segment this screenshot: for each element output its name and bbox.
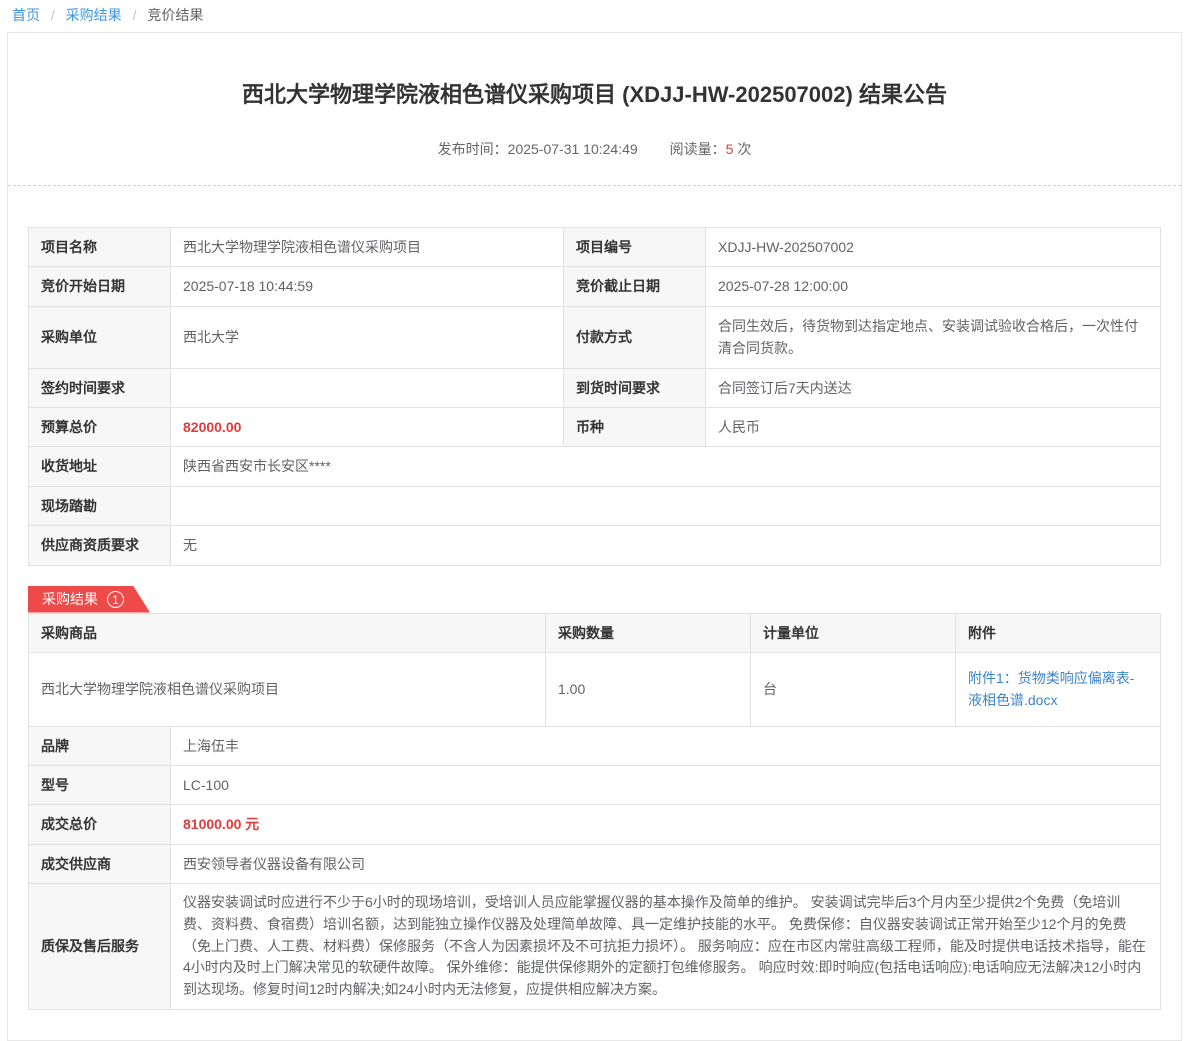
quantity-value: 1.00 bbox=[546, 652, 751, 726]
table-row-supplier-qualification: 供应商资质要求 无 bbox=[29, 526, 1161, 565]
procurement-result-tag-label: 采购结果 bbox=[42, 589, 98, 609]
project-info-table: 项目名称 西北大学物理学院液相色谱仪采购项目 项目编号 XDJJ-HW-2025… bbox=[28, 227, 1161, 566]
quantity-column-header: 采购数量 bbox=[546, 613, 751, 652]
warranty-service-value: 仪器安装调试时应进行不少于6小时的现场培训，受培训人员应能掌握仪器的基本操作及简… bbox=[171, 884, 1161, 1009]
breadcrumb-procurement-results-link[interactable]: 采购结果 bbox=[66, 7, 122, 23]
model-label: 型号 bbox=[29, 766, 171, 805]
attachment-download-link[interactable]: 附件1：货物类响应偏离表-液相色谱.docx bbox=[968, 670, 1134, 708]
breadcrumb-home-link[interactable]: 首页 bbox=[12, 7, 40, 23]
result-count-badge: 1 bbox=[107, 591, 124, 608]
table-row-site-survey: 现场踏勘 bbox=[29, 486, 1161, 525]
table-row-result-item: 西北大学物理学院液相色谱仪采购项目 1.00 台 附件1：货物类响应偏离表-液相… bbox=[29, 652, 1161, 726]
payment-method-value: 合同生效后，待货物到达指定地点、安装调试验收合格后，一次性付清合同货款。 bbox=[706, 306, 1161, 368]
goods-column-header: 采购商品 bbox=[29, 613, 546, 652]
project-number-label: 项目编号 bbox=[564, 228, 706, 267]
purchasing-unit-value: 西北大学 bbox=[171, 306, 564, 368]
table-row-warranty-service: 质保及售后服务 仪器安装调试时应进行不少于6小时的现场培训，受培训人员应能掌握仪… bbox=[29, 884, 1161, 1009]
brand-label: 品牌 bbox=[29, 726, 171, 765]
project-number-value: XDJJ-HW-202507002 bbox=[706, 228, 1161, 267]
model-value: LC-100 bbox=[171, 766, 1161, 805]
table-row-model: 型号 LC-100 bbox=[29, 766, 1161, 805]
bid-end-label: 竞价截止日期 bbox=[564, 267, 706, 306]
table-row-winning-supplier: 成交供应商 西安领导者仪器设备有限公司 bbox=[29, 844, 1161, 883]
delivery-time-label: 到货时间要求 bbox=[564, 368, 706, 407]
breadcrumb-separator: / bbox=[51, 7, 55, 23]
signing-time-value bbox=[171, 368, 564, 407]
unit-column-header: 计量单位 bbox=[751, 613, 956, 652]
site-survey-label: 现场踏勘 bbox=[29, 486, 171, 525]
table-row-budget-currency: 预算总价 82000.00 币种 人民币 bbox=[29, 407, 1161, 446]
breadcrumb-separator: / bbox=[133, 7, 137, 23]
shipping-address-value: 陕西省西安市长安区**** bbox=[171, 447, 1161, 486]
winning-supplier-value: 西安领导者仪器设备有限公司 bbox=[171, 844, 1161, 883]
procurement-result-tag: 采购结果 1 bbox=[28, 586, 150, 613]
table-row-buyer-payment: 采购单位 西北大学 付款方式 合同生效后，待货物到达指定地点、安装调试验收合格后… bbox=[29, 306, 1161, 368]
purchasing-unit-label: 采购单位 bbox=[29, 306, 171, 368]
attachment-cell: 附件1：货物类响应偏离表-液相色谱.docx bbox=[956, 652, 1161, 726]
table-row-project-name-number: 项目名称 西北大学物理学院液相色谱仪采购项目 项目编号 XDJJ-HW-2025… bbox=[29, 228, 1161, 267]
table-row-result-header: 采购商品 采购数量 计量单位 附件 bbox=[29, 613, 1161, 652]
payment-method-label: 付款方式 bbox=[564, 306, 706, 368]
bid-end-value: 2025-07-28 12:00:00 bbox=[706, 267, 1161, 306]
bid-start-label: 竞价开始日期 bbox=[29, 267, 171, 306]
procurement-result-section: 采购结果 1 采购商品 采购数量 计量单位 附件 西北大学物理学院液相色谱仪采购… bbox=[28, 586, 1161, 1010]
brand-value: 上海伍丰 bbox=[171, 726, 1161, 765]
announcement-card: 西北大学物理学院液相色谱仪采购项目 (XDJJ-HW-202507002) 结果… bbox=[7, 32, 1182, 1041]
signing-time-label: 签约时间要求 bbox=[29, 368, 171, 407]
shipping-address-label: 收货地址 bbox=[29, 447, 171, 486]
site-survey-value bbox=[171, 486, 1161, 525]
table-row-brand: 品牌 上海伍丰 bbox=[29, 726, 1161, 765]
project-name-value: 西北大学物理学院液相色谱仪采购项目 bbox=[171, 228, 564, 267]
goods-name-value: 西北大学物理学院液相色谱仪采购项目 bbox=[29, 652, 546, 726]
views-count: 5 bbox=[726, 141, 734, 157]
budget-total-label: 预算总价 bbox=[29, 407, 171, 446]
publish-time-label: 发布时间： bbox=[438, 141, 508, 157]
currency-value: 人民币 bbox=[706, 407, 1161, 446]
warranty-service-label: 质保及售后服务 bbox=[29, 884, 171, 1009]
supplier-qualification-value: 无 bbox=[171, 526, 1161, 565]
page-title: 西北大学物理学院液相色谱仪采购项目 (XDJJ-HW-202507002) 结果… bbox=[28, 77, 1161, 109]
table-row-bidding-dates: 竞价开始日期 2025-07-18 10:44:59 竞价截止日期 2025-0… bbox=[29, 267, 1161, 306]
article-meta: 发布时间：2025-07-31 10:24:49 阅读量：5 次 bbox=[28, 139, 1161, 185]
attachment-column-header: 附件 bbox=[956, 613, 1161, 652]
winning-supplier-label: 成交供应商 bbox=[29, 844, 171, 883]
bid-start-value: 2025-07-18 10:44:59 bbox=[171, 267, 564, 306]
supplier-qualification-label: 供应商资质要求 bbox=[29, 526, 171, 565]
publish-time-value: 2025-07-31 10:24:49 bbox=[508, 141, 638, 157]
budget-total-value: 82000.00 bbox=[171, 407, 564, 446]
currency-label: 币种 bbox=[564, 407, 706, 446]
deal-total-price-value: 81000.00 元 bbox=[171, 805, 1161, 844]
table-row-signing-delivery-time: 签约时间要求 到货时间要求 合同签订后7天内送达 bbox=[29, 368, 1161, 407]
table-row-deal-price: 成交总价 81000.00 元 bbox=[29, 805, 1161, 844]
table-row-shipping-address: 收货地址 陕西省西安市长安区**** bbox=[29, 447, 1161, 486]
project-name-label: 项目名称 bbox=[29, 228, 171, 267]
procurement-result-table: 采购商品 采购数量 计量单位 附件 西北大学物理学院液相色谱仪采购项目 1.00… bbox=[28, 613, 1161, 1010]
views-label: 阅读量： bbox=[670, 141, 726, 157]
unit-value: 台 bbox=[751, 652, 956, 726]
deal-total-price-label: 成交总价 bbox=[29, 805, 171, 844]
delivery-time-value: 合同签订后7天内送达 bbox=[706, 368, 1161, 407]
article-header: 西北大学物理学院液相色谱仪采购项目 (XDJJ-HW-202507002) 结果… bbox=[8, 33, 1181, 186]
views-unit: 次 bbox=[737, 141, 751, 157]
breadcrumb-current-bidding-results: 竞价结果 bbox=[147, 7, 203, 23]
breadcrumb: 首页 / 采购结果 / 竞价结果 bbox=[0, 0, 1189, 32]
